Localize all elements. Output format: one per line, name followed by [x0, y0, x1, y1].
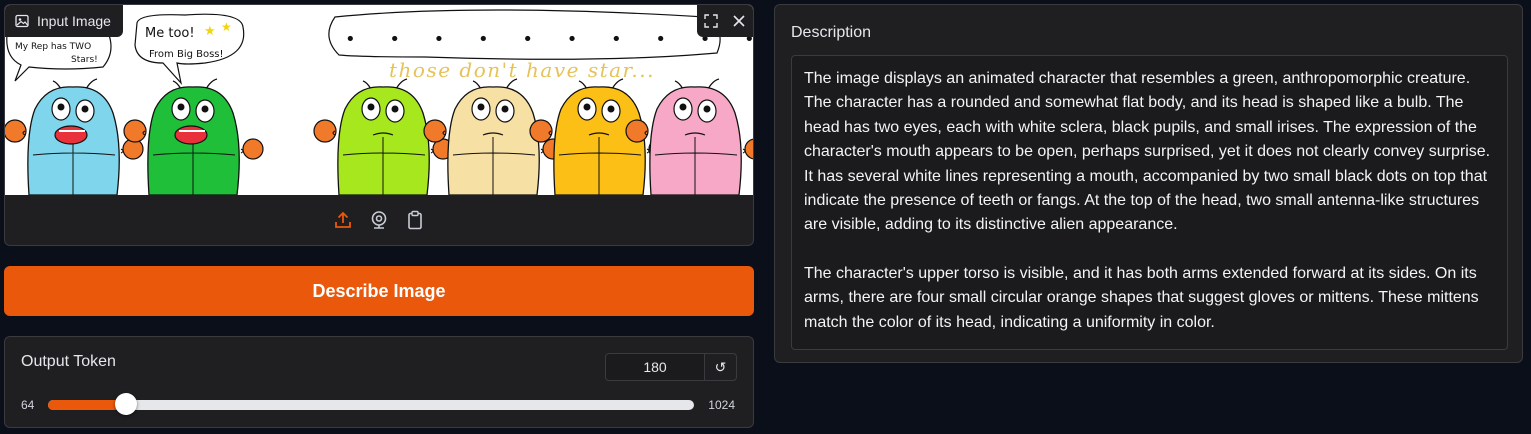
- bubble-1-line-2: Stars!: [71, 55, 98, 65]
- character-right-pupil: [81, 105, 89, 113]
- character-mouth: [54, 125, 88, 145]
- character-left-mitten: [313, 119, 337, 143]
- image-input-label: Input Image: [5, 5, 123, 37]
- description-label: Description: [791, 24, 872, 41]
- character-left-mitten: [625, 119, 649, 143]
- output-token-slider[interactable]: [48, 393, 694, 415]
- character-left-pupil: [367, 103, 375, 111]
- character-left-mitten: [5, 119, 27, 143]
- describe-image-button[interactable]: Describe Image: [4, 266, 754, 316]
- clipboard-icon[interactable]: [404, 209, 426, 231]
- character-left-pupil: [57, 103, 65, 111]
- image-icon: [15, 14, 29, 28]
- character-right-mitten: [744, 138, 753, 160]
- slider-max-label: 1024: [708, 398, 735, 412]
- description-textbox[interactable]: The image displays an animated character…: [791, 55, 1508, 350]
- reset-icon[interactable]: ↺: [705, 353, 737, 381]
- character-right-mitten: [242, 138, 264, 160]
- webcam-icon[interactable]: [368, 209, 390, 231]
- character-body: [447, 86, 540, 195]
- output-token-number-input[interactable]: 180: [605, 353, 705, 381]
- image-input-label-text: Input Image: [37, 13, 111, 29]
- star-icon: ★: [221, 20, 232, 34]
- character-right-pupil: [201, 105, 209, 113]
- character-left-mitten: [423, 119, 447, 143]
- character-right-pupil: [501, 105, 509, 113]
- bubble-2-line-2: From Big Boss!: [149, 49, 224, 60]
- character-body: [649, 86, 742, 195]
- character-right-pupil: [703, 105, 711, 113]
- cartoon-character: [5, 78, 144, 195]
- character-left-pupil: [583, 103, 591, 111]
- slider-min-label: 64: [21, 398, 35, 412]
- character-left-mitten: [529, 119, 553, 143]
- character-body: [337, 86, 430, 195]
- output-token-label: Output Token: [21, 353, 116, 370]
- bubble-2-line-1: Me too!: [145, 26, 195, 41]
- upload-icon[interactable]: [332, 209, 354, 231]
- bubble-3-dots: • • • • • • • • • • • •: [345, 29, 753, 50]
- character-mouth: [174, 125, 208, 145]
- character-left-pupil: [477, 103, 485, 111]
- character-left-mitten: [123, 119, 147, 143]
- image-input-panel[interactable]: My Rep has TWO Stars! Me too! ★ ★ From B…: [4, 4, 754, 246]
- image-caption: those don't have star...: [389, 58, 655, 82]
- description-paragraph-2: The character's upper torso is visible, …: [804, 264, 1479, 331]
- image-source-bar: [5, 195, 753, 245]
- slider-thumb[interactable]: [115, 393, 138, 415]
- cartoon-character: [123, 78, 264, 195]
- output-token-panel: Output Token 180 ↺ 64 1024: [4, 336, 754, 428]
- image-toolbar: [697, 5, 753, 37]
- character-right-pupil: [391, 105, 399, 113]
- description-paragraph-1: The image displays an animated character…: [804, 70, 1491, 234]
- character-left-pupil: [177, 103, 185, 111]
- star-icon: ★: [204, 23, 216, 38]
- description-panel: Description The image displays an animat…: [774, 4, 1523, 363]
- character-left-pupil: [679, 103, 687, 111]
- bubble-1-line-1: My Rep has TWO: [15, 42, 91, 52]
- cartoon-character: [529, 78, 670, 195]
- fullscreen-icon[interactable]: [697, 5, 725, 37]
- character-right-pupil: [607, 105, 615, 113]
- close-icon[interactable]: [725, 5, 753, 37]
